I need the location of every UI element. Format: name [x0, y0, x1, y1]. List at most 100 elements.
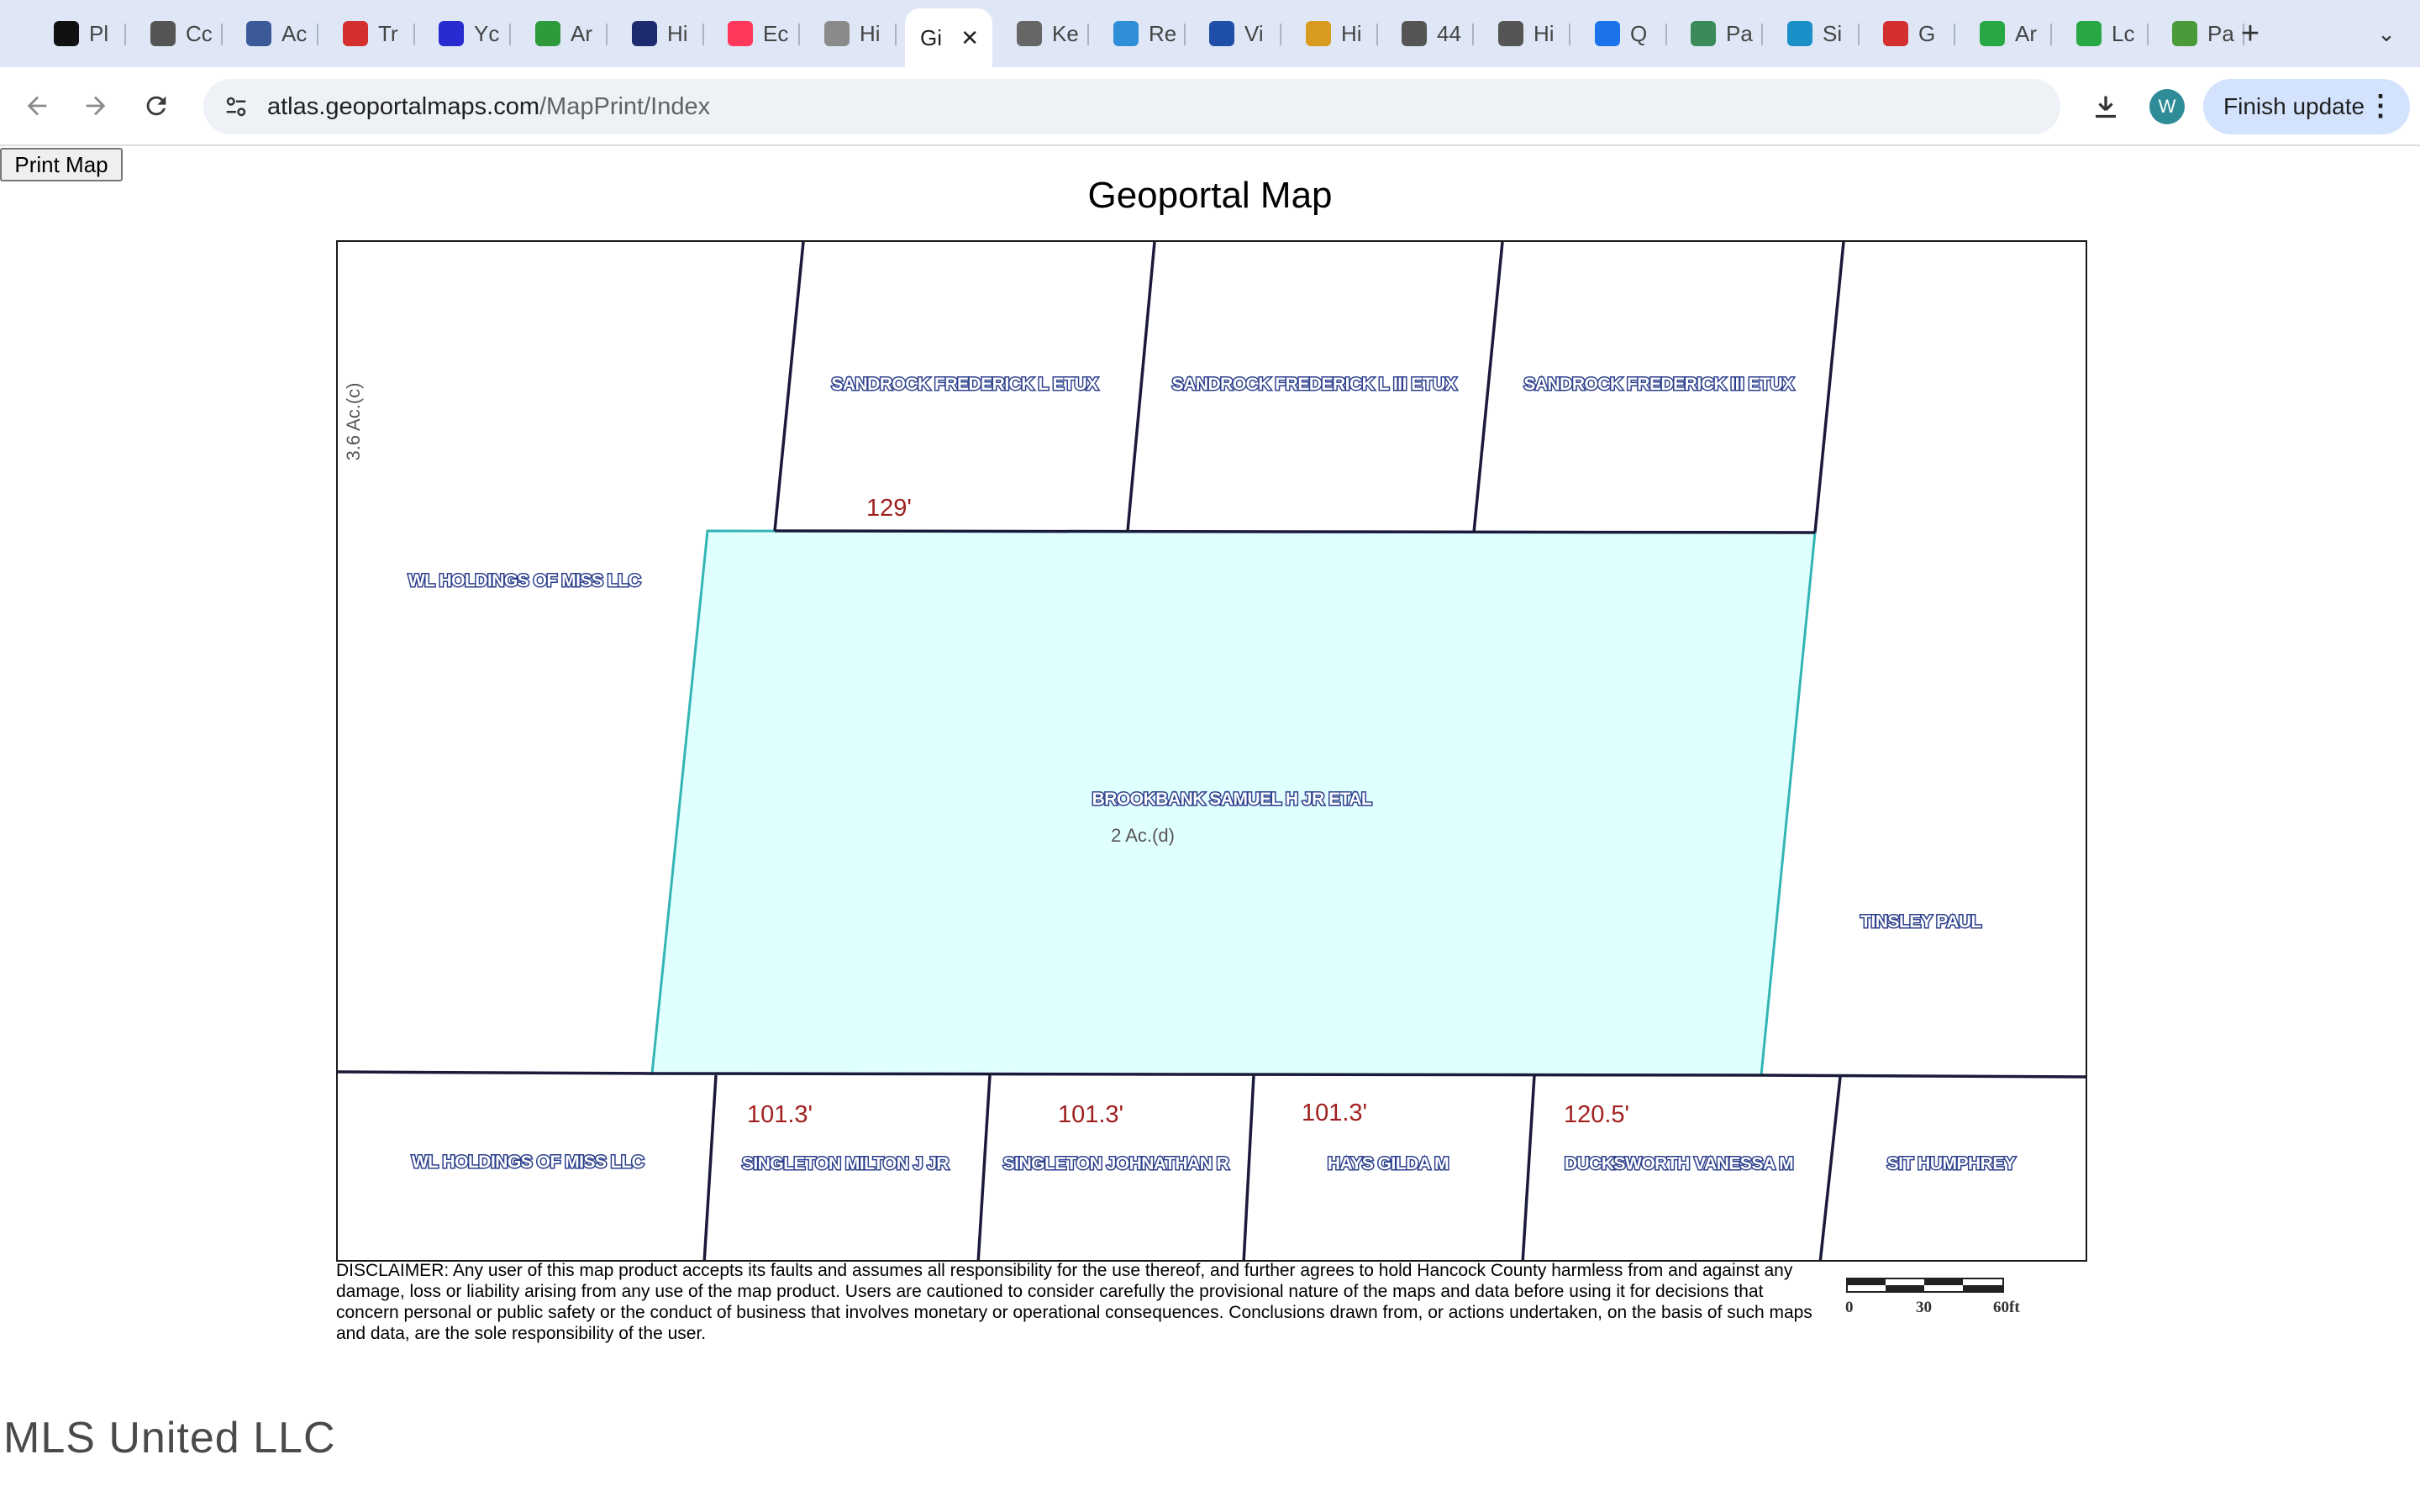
tab-separator [1087, 24, 1089, 45]
browser-tab[interactable]: Ar [520, 12, 608, 55]
owner-label: SANDROCK FREDERICK L ETUX [831, 375, 1098, 394]
browser-tab[interactable]: Hi [617, 12, 704, 55]
owner-label: SANDROCK FREDERICK III ETUX [1523, 375, 1794, 394]
browser-tab[interactable]: Hi [1291, 12, 1378, 55]
owner-label: HAYS GILDA M [1328, 1154, 1449, 1173]
browser-tab[interactable]: Pa [1676, 12, 1763, 55]
url-path: /MapPrint/Index [539, 92, 711, 120]
browser-tab[interactable]: Re [1098, 12, 1186, 55]
reload-button[interactable] [136, 86, 176, 126]
address-bar[interactable]: atlas.geoportalmaps.com/MapPrint/Index ☆ [203, 79, 2235, 134]
brand-icon [1883, 21, 1908, 46]
boundary-line [976, 1074, 992, 1260]
new-tab-button[interactable]: + [2232, 16, 2269, 51]
tab-separator [798, 24, 800, 45]
tab-separator [702, 24, 704, 45]
forward-arrow-icon [86, 96, 106, 116]
airbnb-icon [728, 21, 753, 46]
browser-tab[interactable]: Q [1580, 12, 1667, 55]
tab-title: Hi [1534, 20, 1555, 46]
download-icon[interactable] [2086, 87, 2126, 128]
browser-tab[interactable]: Vi [1194, 12, 1281, 55]
back-button[interactable] [17, 86, 57, 126]
browser-tab[interactable]: Ar [1965, 12, 2052, 55]
tab-separator [221, 24, 223, 45]
brand-icon [632, 21, 657, 46]
tab-separator [1569, 24, 1570, 45]
menu-dots-icon[interactable]: ⋮ [2366, 89, 2395, 123]
dimension-label: 101.3' [747, 1101, 813, 1128]
browser-tab[interactable]: Cc [135, 12, 223, 55]
document-icon [824, 21, 850, 46]
tab-title: Lc [2112, 20, 2135, 46]
browser-tab[interactable]: Ac [231, 12, 318, 55]
close-tab-icon[interactable]: ✕ [960, 25, 979, 51]
boundary-line [1818, 1076, 1842, 1260]
tab-title: Hi [860, 20, 881, 46]
boundary-line [1126, 242, 1156, 532]
tab-title: Ar [571, 20, 592, 46]
back-arrow-icon [27, 96, 47, 116]
acreage-label: 2 Ac.(d) [1111, 825, 1175, 846]
finish-update-button[interactable]: Finish update ⋮ [2203, 79, 2410, 134]
owner-label: DUCKSWORTH VANESSA M [1565, 1154, 1793, 1173]
profile-avatar[interactable]: W [2149, 89, 2185, 124]
browser-tab[interactable]: Si [1772, 12, 1860, 55]
acreage-label: 3.6 Ac.(c) [343, 383, 364, 461]
forward-button[interactable] [76, 86, 116, 126]
tab-title: Yc [474, 20, 500, 46]
browser-tab[interactable]: Hi [1483, 12, 1570, 55]
browser-tab[interactable]: Gi ✕ [905, 8, 992, 67]
page-title: Geoportal Map [1087, 175, 1333, 216]
browser-tab[interactable]: Lc [2061, 12, 2149, 55]
browser-tab[interactable]: G [1868, 12, 1955, 55]
leaf-icon [535, 21, 560, 46]
tab-title: Tr [378, 20, 398, 46]
boundary-line [338, 1070, 653, 1075]
tab-title: Hi [667, 20, 688, 46]
brand-icon [1787, 21, 1812, 46]
browser-tab[interactable]: Pl [39, 12, 126, 55]
scale-label: 30 [1916, 1299, 1932, 1316]
tab-separator [1665, 24, 1667, 45]
dimension-label: 101.3' [1058, 1101, 1123, 1128]
tab-title: Re [1149, 20, 1177, 46]
owner-label: WL HOLDINGS OF MISS LLC [408, 571, 641, 591]
check-icon [1209, 21, 1234, 46]
tab-separator [317, 24, 318, 45]
site-settings-icon[interactable] [222, 92, 250, 121]
tab-title: Gi [920, 24, 942, 50]
boundary-line [1813, 242, 1845, 533]
tab-title: G [1918, 20, 1936, 46]
tab-title: Q [1630, 20, 1648, 46]
dimension-label: 129' [866, 495, 912, 522]
tab-separator [124, 24, 126, 45]
browser-tab[interactable]: Ec [713, 12, 800, 55]
sheet-icon [2076, 21, 2102, 46]
globe-icon [150, 21, 176, 46]
scale-label: 0 [1845, 1299, 1854, 1316]
browser-tab[interactable]: Yc [424, 12, 511, 55]
parcel-map[interactable]: SANDROCK FREDERICK L ETUX SANDROCK FREDE… [336, 240, 2087, 1262]
reload-icon [146, 96, 166, 116]
tab-separator [1472, 24, 1474, 45]
watermark: MLS United LLC [3, 1414, 336, 1462]
boundary-line [1242, 1074, 1255, 1260]
boundary-line [702, 1074, 718, 1260]
gauge-icon [1691, 21, 1716, 46]
tab-separator [509, 24, 511, 45]
browser-tab[interactable]: Hi [809, 12, 897, 55]
boundary-line [1521, 1074, 1536, 1260]
boundary-line [1472, 242, 1504, 533]
owner-label: SIT HUMPHREY [1887, 1154, 2016, 1173]
browser-tab[interactable]: 44 [1386, 12, 1474, 55]
browser-tab[interactable]: Ke [1002, 12, 1089, 55]
tab-strip: Pl Cc Ac Tr Yc Ar Hi Ec Hi Gi ✕ Ke Re Vi Hi 44 Hi Q Pa Si G A… [0, 0, 2420, 67]
owner-label: BROOKBANK SAMUEL H JR ETAL [1092, 790, 1372, 809]
brand-icon [2172, 21, 2197, 46]
browser-tab[interactable]: Tr [328, 12, 415, 55]
tab-search-button[interactable]: ⌄ [2368, 17, 2405, 50]
tab-separator [2147, 24, 2149, 45]
scale-label: 60ft [1993, 1299, 2020, 1316]
app-icon [54, 21, 79, 46]
